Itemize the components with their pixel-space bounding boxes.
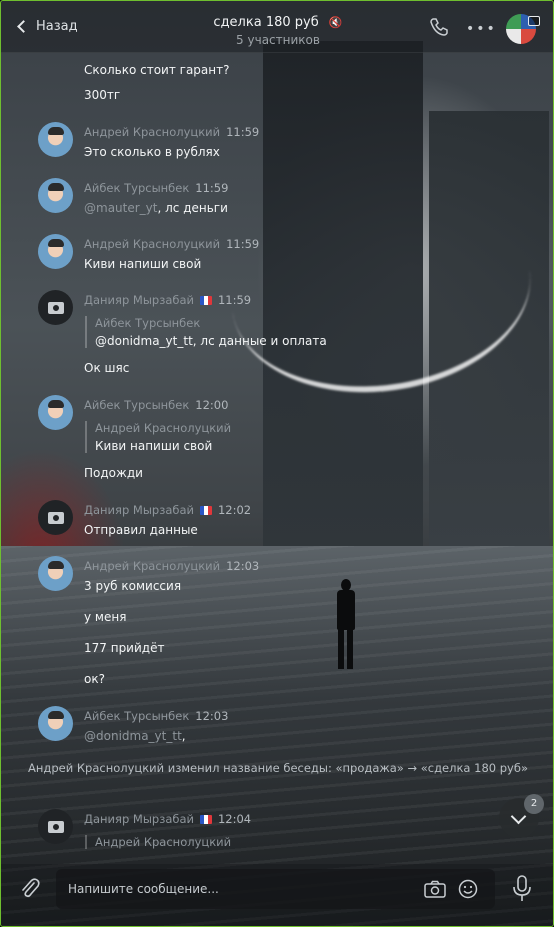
author-name[interactable]: Данияр Мырзабай [84,503,194,517]
reply-author: Андрей Краснолуцкий [95,835,232,849]
message-feed[interactable]: Сколько стоит гарант? 300тг Андрей Красн… [1,53,553,868]
flag-icon [199,296,212,305]
message-input-box [56,869,495,909]
message-meta: Андрей Краснолуцкий 12:03 [84,559,259,573]
message-meta: Айбек Турсынбек 11:59 [84,181,228,195]
camera-icon[interactable] [424,880,446,898]
message-text: 300тг [84,88,121,102]
message-text: 177 прийдёт [84,641,165,655]
message-time: 11:59 [226,125,260,139]
reply-quote[interactable]: Айбек Турсынбек @donidma_yt_tt, лс данны… [85,316,327,348]
chat-header: Назад сделка 180 руб 🔇 5 участников ••• [1,1,553,53]
composer [1,864,553,926]
message-meta: Данияр Мырзабай 11:59 [84,293,251,307]
unread-badge: 2 [524,794,544,814]
message-text: 3 руб комиссия [84,579,182,593]
message-time: 12:03 [226,559,260,573]
author-name[interactable]: Айбек Турсынбек [84,181,189,195]
message-time: 12:04 [217,812,252,826]
message-text: Это сколько в рублях [84,145,220,159]
message-time: 12:00 [195,398,229,412]
message-time: 11:59 [217,293,252,307]
author-name[interactable]: Айбек Турсынбек [84,398,189,412]
camera-icon [48,512,64,524]
avatar[interactable] [38,809,73,844]
flag-icon [199,506,212,515]
paperclip-icon[interactable] [19,877,41,901]
mention-link[interactable]: @donidma_yt_tt [84,729,182,743]
message-input[interactable] [68,869,408,909]
group-avatar[interactable] [506,14,540,44]
camera-icon [528,16,540,26]
author-name[interactable]: Андрей Краснолуцкий [84,237,220,251]
message-meta: Айбек Турсынбек 12:00 [84,398,228,412]
message-text: Киви напиши свой [84,257,202,271]
message-text: Подожди [84,466,143,480]
message-text: @donidma_yt_tt, [84,729,186,743]
avatar[interactable] [38,290,73,325]
chevron-down-icon [510,808,527,825]
author-name[interactable]: Андрей Краснолуцкий [84,559,220,573]
message-text: @mauter_yt, лс деньги [84,201,228,215]
avatar[interactable] [38,395,73,430]
message-time: 12:02 [217,503,252,517]
message-text: у меня [84,610,127,624]
reply-author: Андрей Краснолуцкий [95,421,232,435]
author-name[interactable]: Данияр Мырзабай [84,812,194,826]
author-name[interactable]: Айбек Турсынбек [84,709,189,723]
avatar[interactable] [38,500,73,535]
microphone-icon[interactable] [511,874,533,904]
message-meta: Данияр Мырзабай 12:02 [84,503,251,517]
flag-icon [199,815,212,824]
muted-icon: 🔇 [328,16,343,29]
mention-link[interactable]: @mauter_yt [84,201,157,215]
phone-icon[interactable] [429,17,449,37]
avatar[interactable] [38,556,73,591]
avatar[interactable] [38,706,73,741]
chat-window: Назад сделка 180 руб 🔇 5 участников ••• … [0,0,554,927]
more-icon[interactable]: ••• [466,21,497,37]
service-message: Андрей Краснолуцкий изменил название бес… [28,761,528,775]
avatar[interactable] [38,122,73,157]
reply-quote[interactable]: Андрей Краснолуцкий [85,835,231,849]
message-time: 11:59 [226,237,260,251]
author-name[interactable]: Данияр Мырзабай [84,293,194,307]
reply-author: Айбек Турсынбек [95,316,201,330]
message-meta: Данияр Мырзабай 12:04 [84,812,251,826]
reply-quote[interactable]: Андрей Краснолуцкий Киви напиши свой [85,421,231,453]
message-text: Ок шяс [84,361,130,375]
message-text: Сколько стоит гарант? [84,63,230,77]
camera-icon [48,302,64,314]
author-name[interactable]: Андрей Краснолуцкий [84,125,220,139]
reply-text: Киви напиши свой [95,439,213,453]
camera-icon [48,821,64,833]
avatar[interactable] [38,234,73,269]
avatar[interactable] [38,178,73,213]
message-text: Отправил данные [84,523,198,537]
message-time: 12:03 [195,709,229,723]
message-time: 11:59 [195,181,229,195]
emoji-icon[interactable] [458,879,478,899]
message-meta: Андрей Краснолуцкий 11:59 [84,237,259,251]
message-meta: Айбек Турсынбек 12:03 [84,709,228,723]
reply-text: @donidma_yt_tt, лс данные и оплата [95,334,327,348]
message-meta: Андрей Краснолуцкий 11:59 [84,125,259,139]
message-text: ок? [84,672,105,686]
